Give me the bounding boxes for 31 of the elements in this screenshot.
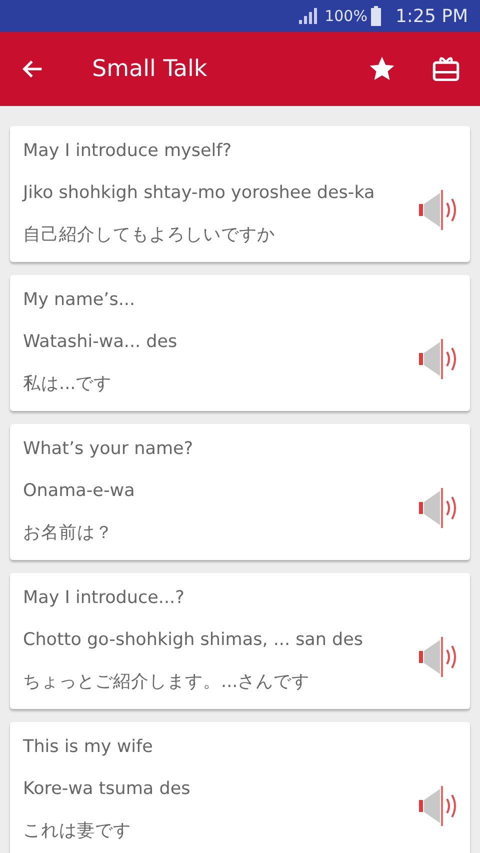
japanese-phrase: これは妻です [23, 820, 132, 843]
romaji-phrase: Watashi-wa... des [23, 331, 178, 354]
romaji-phrase: Jiko shohkigh shtay-mo yoroshee des-ka [23, 182, 376, 205]
japanese-phrase: 自己紹介してもよろしいですか [23, 224, 276, 247]
phrase-card[interactable]: My name’s... Watashi-wa... des 私は...です [10, 275, 470, 411]
phrase-card[interactable]: This is my wife Kore-wa tsuma des これは妻です [10, 722, 470, 853]
romaji-phrase: Chotto go-shohkigh shimas, ... san des [23, 629, 364, 652]
speaker-icon[interactable] [418, 188, 458, 232]
japanese-phrase: お名前は？ [23, 522, 114, 545]
gift-card-icon[interactable] [432, 56, 460, 82]
screen-title: Small Talk [92, 56, 208, 82]
romaji-phrase: Onama-e-wa [23, 480, 136, 503]
phrase-card[interactable]: May I introduce myself? Jiko shohkigh shtay-mo yoroshee des-ka 自己紹介してもよろしいですか [10, 126, 470, 262]
speaker-icon[interactable] [418, 784, 458, 828]
phrase-card[interactable]: May I introduce...? Chotto go-shohkigh shimas, ... san des ちょっとご紹介します。...さんです [10, 573, 470, 709]
phrase-card[interactable]: What’s your name? Onama-e-wa お名前は？ [10, 424, 470, 560]
clock-time: 1:25 PM [395, 6, 468, 26]
speaker-icon[interactable] [418, 635, 458, 679]
english-phrase: What’s your name? [23, 438, 194, 461]
romaji-phrase: Kore-wa tsuma des [23, 778, 192, 801]
english-phrase: May I introduce myself? [23, 140, 233, 163]
speaker-icon[interactable] [418, 337, 458, 381]
english-phrase: This is my wife [23, 736, 154, 759]
battery-percent: 100% [324, 7, 368, 25]
speaker-icon[interactable] [418, 486, 458, 530]
japanese-phrase: ちょっとご紹介します。...さんです [23, 671, 311, 694]
english-phrase: My name’s... [23, 289, 136, 312]
signal-icon [296, 6, 317, 26]
japanese-phrase: 私は...です [23, 373, 113, 396]
battery-icon [371, 6, 382, 26]
english-phrase: May I introduce...? [23, 587, 186, 610]
